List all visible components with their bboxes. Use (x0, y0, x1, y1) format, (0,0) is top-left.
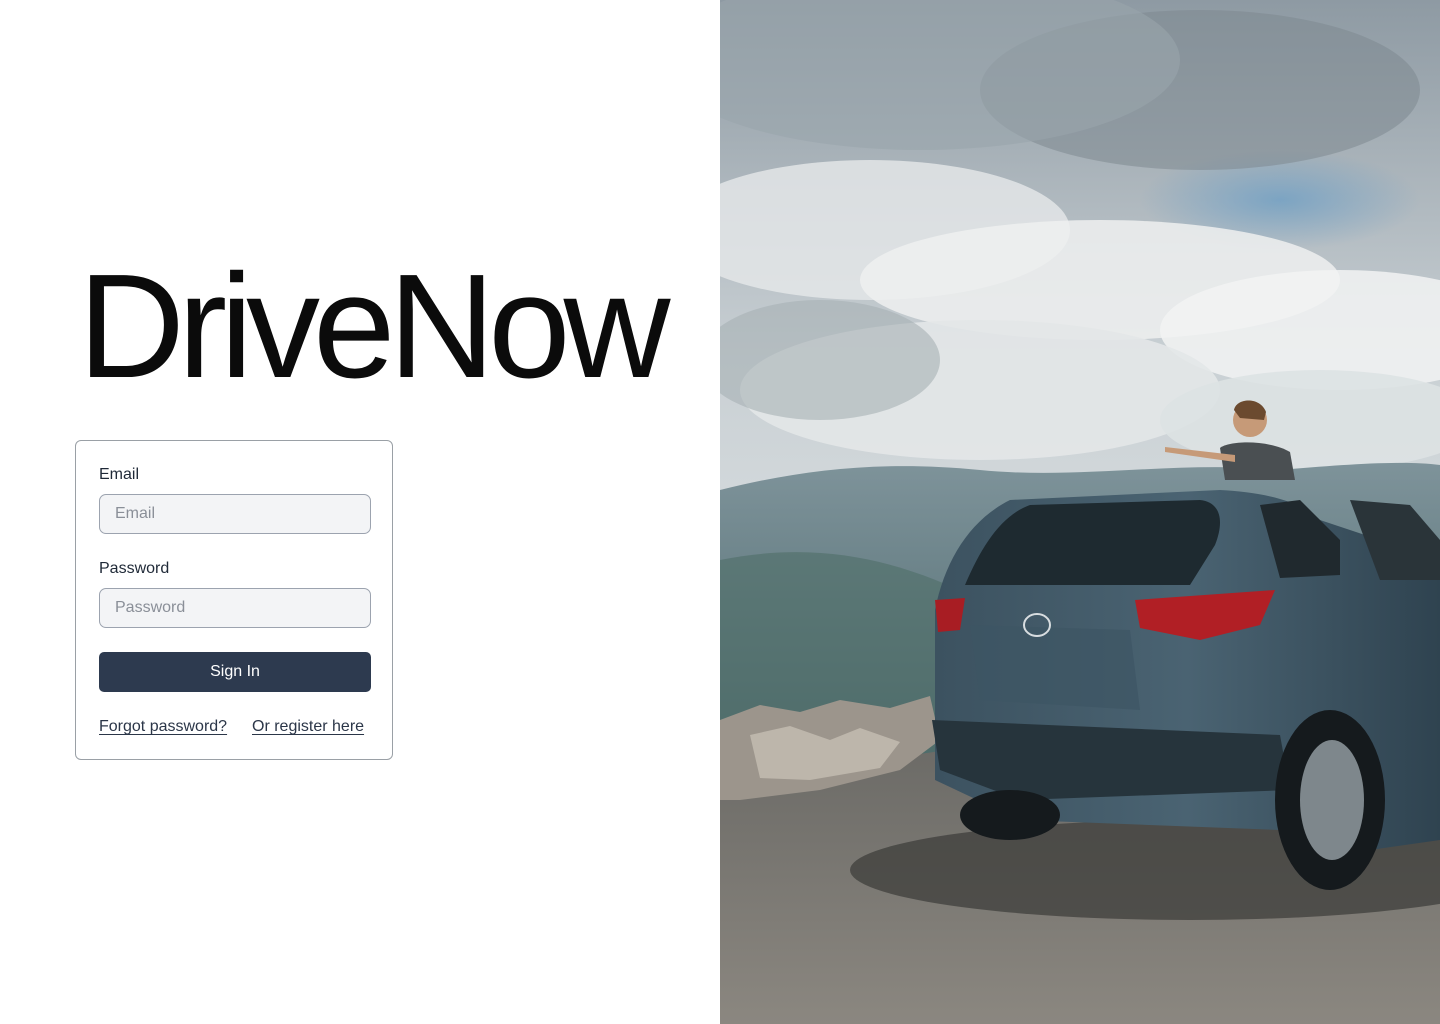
register-link[interactable]: Or register here (252, 718, 364, 736)
forgot-password-link[interactable]: Forgot password? (99, 718, 227, 736)
password-input[interactable] (99, 588, 371, 628)
brand-logo-text: DriveNow (78, 244, 670, 409)
login-page: DriveNow Email Password Sign In Forgot p… (0, 0, 1440, 1024)
email-label: Email (99, 466, 140, 483)
hero-photo-illustration (720, 0, 1440, 1024)
password-label: Password (99, 560, 170, 577)
login-form: Email Password Sign In Forgot password? … (75, 440, 393, 760)
login-panel: DriveNow Email Password Sign In Forgot p… (0, 0, 720, 1024)
hero-image (720, 0, 1440, 1024)
sign-in-button[interactable]: Sign In (99, 652, 371, 692)
email-input[interactable] (99, 494, 371, 534)
